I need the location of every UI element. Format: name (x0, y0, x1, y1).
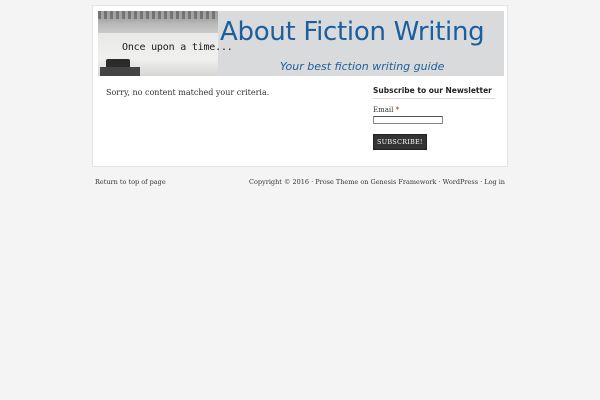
typewriter-image: Once upon a time... (98, 11, 233, 76)
email-label: Email * (373, 106, 495, 114)
genesis-framework-link[interactable]: Genesis Framework (371, 178, 437, 186)
site-tagline: Your best fiction writing guide (280, 60, 445, 73)
return-to-top-link[interactable]: Return to top of page (95, 178, 166, 186)
login-link[interactable]: Log in (484, 178, 505, 186)
copyright-text: Copyright © 2016 · (249, 178, 316, 186)
sidebar: Subscribe to our Newsletter Email * SUBS… (373, 86, 495, 150)
wordpress-link[interactable]: WordPress (443, 178, 478, 186)
typewriter-keys (98, 11, 218, 19)
footer-credits: Copyright © 2016 · Prose Theme on Genesi… (249, 178, 505, 186)
email-field[interactable] (373, 116, 443, 124)
on-text: on (358, 178, 371, 186)
typewriter-base (100, 67, 140, 76)
site-title[interactable]: About Fiction Writing (220, 17, 485, 47)
header-banner[interactable]: Once upon a time... About Fiction Writin… (98, 11, 504, 76)
typed-text: Once upon a time... (122, 42, 233, 53)
prose-theme-link[interactable]: Prose Theme (315, 178, 358, 186)
subscribe-button[interactable]: SUBSCRIBE! (373, 134, 427, 150)
site-container: Once upon a time... About Fiction Writin… (92, 5, 508, 167)
newsletter-widget-title: Subscribe to our Newsletter (373, 86, 495, 99)
email-label-text: Email (373, 106, 394, 114)
required-marker: * (395, 106, 400, 114)
no-content-message: Sorry, no content matched your criteria. (106, 88, 270, 97)
